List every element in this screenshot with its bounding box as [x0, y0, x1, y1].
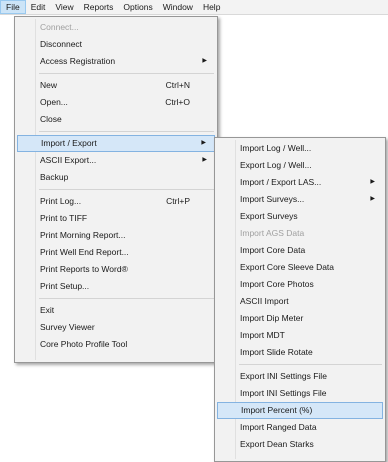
file-menu-item-print-reports-to-word[interactable]: Print Reports to Word®: [17, 261, 215, 278]
menubar-item-reports[interactable]: Reports: [79, 0, 119, 14]
file-menu-item-print-to-tiff[interactable]: Print to TIFF: [17, 210, 215, 227]
import-export-item-export-surveys[interactable]: Export Surveys: [217, 208, 383, 225]
import-export-item-ascii-import[interactable]: ASCII Import: [217, 293, 383, 310]
menu-item-label: Connect...: [40, 22, 79, 32]
menu-item-label: ASCII Import: [240, 296, 289, 306]
file-menu-item-import-export[interactable]: Import / Export ▶: [17, 135, 215, 152]
menu-item-shortcut: Ctrl+P: [166, 196, 190, 206]
file-menu: Connect... Disconnect Access Registration ▶…: [14, 16, 218, 363]
menu-item-label: Print Well End Report...: [40, 247, 129, 257]
file-menu-item-print-well-end-report[interactable]: Print Well End Report...: [17, 244, 215, 261]
menu-item-label: Import AGS Data: [240, 228, 305, 238]
menu-item-label: Survey Viewer: [40, 322, 95, 332]
file-menu-item-disconnect[interactable]: Disconnect: [17, 36, 215, 53]
menu-item-label: Import INI Settings File: [240, 388, 327, 398]
menu-separator: [39, 298, 214, 299]
menu-item-label: Print Reports to Word®: [40, 264, 128, 274]
menu-item-label: Import Core Photos: [240, 279, 314, 289]
menu-item-shortcut: Ctrl+O: [165, 97, 190, 107]
menu-item-label: Export Surveys: [240, 211, 298, 221]
menu-item-label: Import Log / Well...: [240, 143, 312, 153]
menubar-item-options[interactable]: Options: [118, 0, 157, 14]
import-export-item-import-surveys[interactable]: Import Surveys... ▶: [217, 191, 383, 208]
menu-item-label: New: [40, 80, 58, 90]
menubar-item-view[interactable]: View: [50, 0, 78, 14]
file-menu-item-new[interactable]: New Ctrl+N: [17, 77, 215, 94]
menu-item-label: Print Log...: [40, 196, 82, 206]
import-export-item-import-core-data[interactable]: Import Core Data: [217, 242, 383, 259]
import-export-item-import-export-las[interactable]: Import / Export LAS... ▶: [217, 174, 383, 191]
menubar-item-window[interactable]: Window: [158, 0, 198, 14]
import-export-item-import-ranged-data[interactable]: Import Ranged Data: [217, 419, 383, 436]
menu-item-label: Backup: [40, 172, 69, 182]
import-export-item-export-core-sleeve-data[interactable]: Export Core Sleeve Data: [217, 259, 383, 276]
menu-item-label: Export Core Sleeve Data: [240, 262, 335, 272]
menu-item-label: Export Log / Well...: [240, 160, 312, 170]
menu-item-label: Disconnect: [40, 39, 83, 49]
menu-item-label: Import Slide Rotate: [240, 347, 313, 357]
import-export-item-import-percent[interactable]: Import Percent (%): [217, 402, 383, 419]
menu-item-label: Import Surveys...: [240, 194, 305, 204]
import-export-item-import-slide-rotate[interactable]: Import Slide Rotate: [217, 344, 383, 361]
import-export-submenu: Import Log / Well... Export Log / Well...…: [214, 137, 386, 462]
submenu-arrow-icon: ▶: [370, 179, 375, 185]
menu-item-label: Print Morning Report...: [40, 230, 126, 240]
file-menu-item-survey-viewer[interactable]: Survey Viewer: [17, 319, 215, 336]
import-export-item-import-ags-data: Import AGS Data: [217, 225, 383, 242]
file-menu-item-ascii-export[interactable]: ASCII Export... ▶: [17, 152, 215, 169]
menubar-item-help[interactable]: Help: [198, 0, 225, 14]
file-menu-item-close[interactable]: Close: [17, 111, 215, 128]
file-menu-item-exit[interactable]: Exit: [17, 302, 215, 319]
menu-item-label: Export INI Settings File: [240, 371, 327, 381]
menu-item-label: ASCII Export...: [40, 155, 97, 165]
menu-item-label: Import / Export LAS...: [240, 177, 322, 187]
menu-item-label: Print Setup...: [40, 281, 90, 291]
menubar-item-edit[interactable]: Edit: [26, 0, 51, 14]
file-menu-item-backup[interactable]: Backup: [17, 169, 215, 186]
menu-item-label: Export Dean Starks: [240, 439, 314, 449]
import-export-item-import-ini-settings-file[interactable]: Import INI Settings File: [217, 385, 383, 402]
menu-item-label: Print to TIFF: [40, 213, 88, 223]
menu-item-label: Core Photo Profile Tool: [40, 339, 128, 349]
submenu-arrow-icon: ▶: [370, 196, 375, 202]
file-menu-item-print-morning-report[interactable]: Print Morning Report...: [17, 227, 215, 244]
menu-item-label: Access Registration: [40, 56, 116, 66]
import-export-item-import-log-well[interactable]: Import Log / Well...: [217, 140, 383, 157]
menu-separator: [239, 364, 382, 365]
menu-separator: [39, 73, 214, 74]
menu-item-label: Open...: [40, 97, 68, 107]
import-export-item-export-ini-settings-file[interactable]: Export INI Settings File: [217, 368, 383, 385]
import-export-item-import-core-photos[interactable]: Import Core Photos: [217, 276, 383, 293]
menu-item-label: Import MDT: [240, 330, 285, 340]
import-export-item-export-log-well[interactable]: Export Log / Well...: [217, 157, 383, 174]
file-menu-item-open[interactable]: Open... Ctrl+O: [17, 94, 215, 111]
menu-item-label: Exit: [40, 305, 55, 315]
menu-item-label: Close: [40, 114, 62, 124]
submenu-arrow-icon: ▶: [201, 140, 206, 146]
submenu-arrow-icon: ▶: [202, 157, 207, 163]
menu-item-label: Import Core Data: [240, 245, 306, 255]
file-menu-item-access-registration[interactable]: Access Registration ▶: [17, 53, 215, 70]
import-export-item-import-dip-meter[interactable]: Import Dip Meter: [217, 310, 383, 327]
file-menu-item-core-photo-profile-tool[interactable]: Core Photo Profile Tool: [17, 336, 215, 353]
import-export-item-import-mdt[interactable]: Import MDT: [217, 327, 383, 344]
menu-separator: [39, 189, 214, 190]
menu-item-label: Import Dip Meter: [240, 313, 304, 323]
menubar-item-file[interactable]: File: [0, 0, 26, 14]
menu-item-label: Import / Export: [41, 138, 97, 148]
file-menu-item-connect: Connect...: [17, 19, 215, 36]
import-export-item-export-dean-starks[interactable]: Export Dean Starks: [217, 436, 383, 453]
menu-item-label: Import Ranged Data: [240, 422, 317, 432]
submenu-arrow-icon: ▶: [202, 58, 207, 64]
file-menu-item-print-log[interactable]: Print Log... Ctrl+P: [17, 193, 215, 210]
menu-item-shortcut: Ctrl+N: [165, 80, 190, 90]
file-menu-item-print-setup[interactable]: Print Setup...: [17, 278, 215, 295]
menu-separator: [39, 131, 214, 132]
menu-item-label: Import Percent (%): [241, 405, 313, 415]
menu-bar: File Edit View Reports Options Window Help: [0, 0, 388, 15]
